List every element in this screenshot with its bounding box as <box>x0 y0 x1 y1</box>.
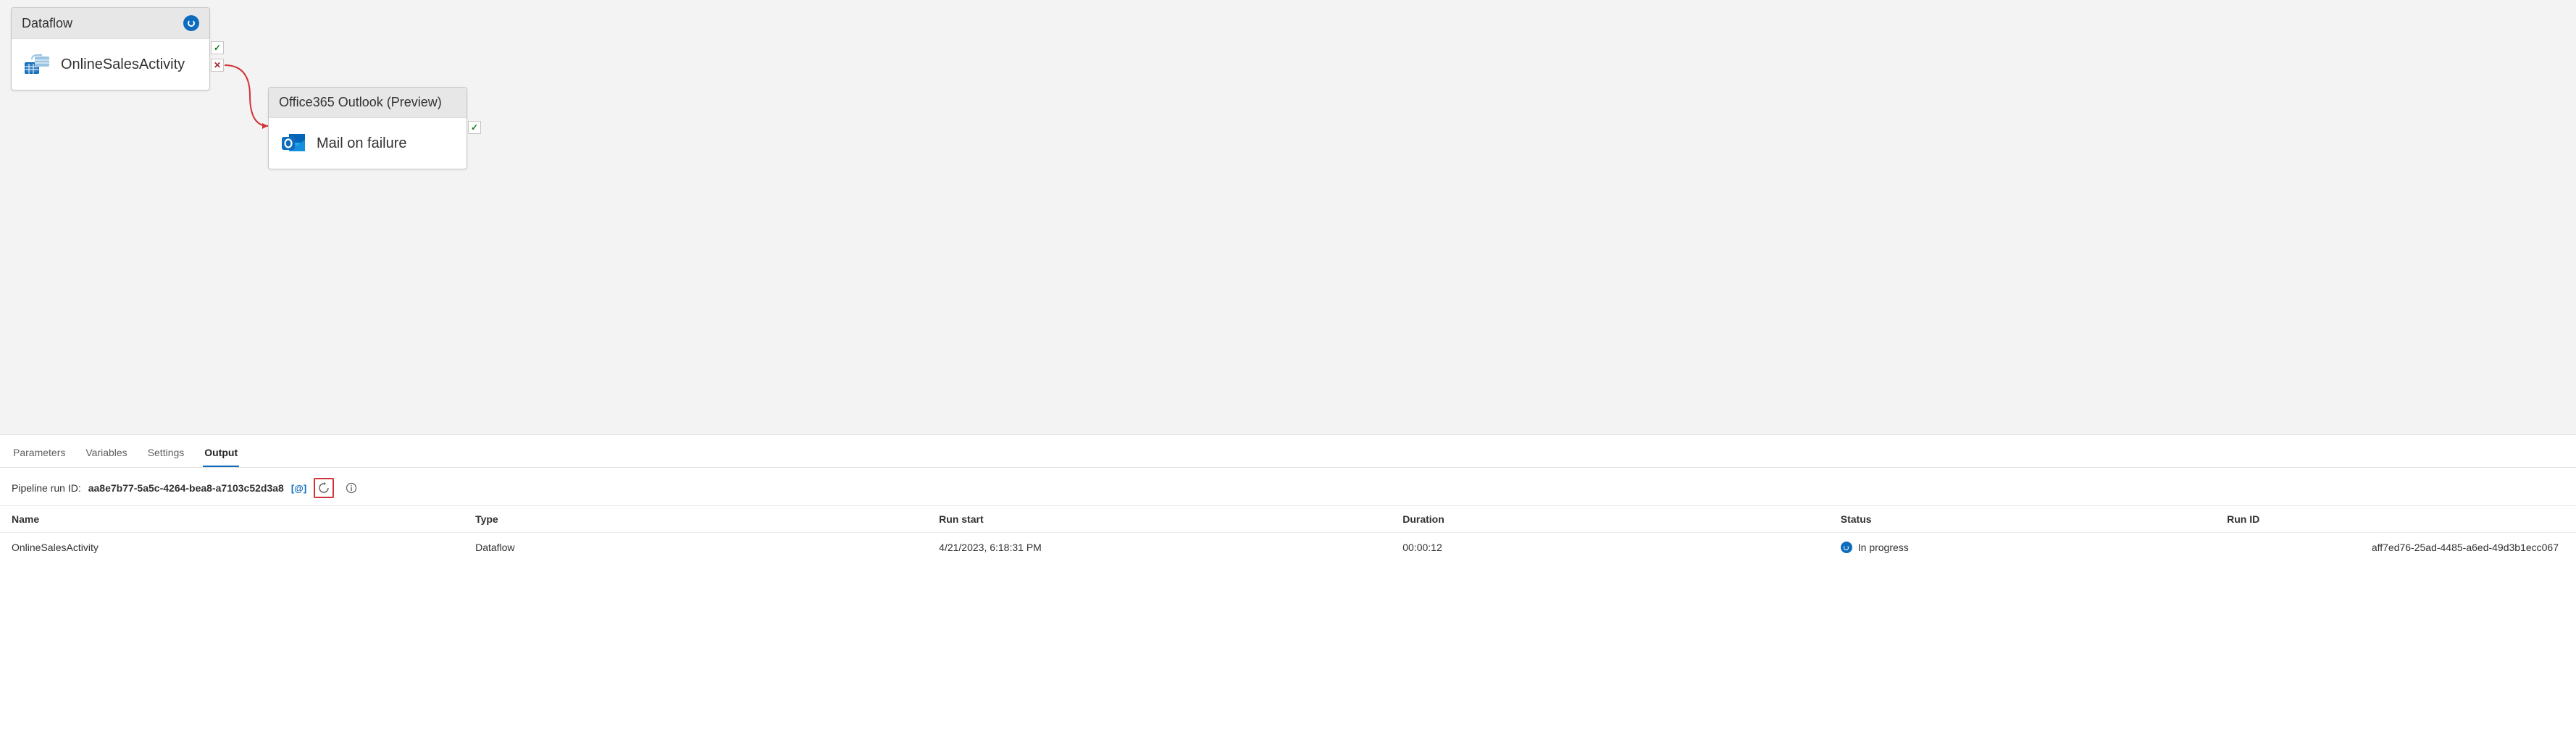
panel-tabs: Parameters Variables Settings Output <box>0 435 2576 468</box>
col-type[interactable]: Type <box>464 506 927 533</box>
success-port-icon[interactable]: ✓ <box>468 121 481 134</box>
dataflow-icon <box>25 54 51 75</box>
cell-run-id: aff7ed76-25ad-4485-a6ed-49d3b1ecc067 <box>2215 533 2576 563</box>
tab-settings[interactable]: Settings <box>146 442 186 467</box>
status-text: In progress <box>1858 542 1909 553</box>
refresh-icon <box>318 482 330 494</box>
success-port-icon[interactable]: ✓ <box>211 41 224 54</box>
cell-duration: 00:00:12 <box>1391 533 1829 563</box>
pipeline-canvas[interactable]: Dataflow OnlineSalesActivity ✓ <box>0 0 2576 434</box>
col-run-id[interactable]: Run ID <box>2215 506 2576 533</box>
activity-type-label: Office365 Outlook (Preview) <box>279 95 442 110</box>
activity-name-label: Mail on failure <box>317 135 407 152</box>
in-progress-icon <box>183 15 199 31</box>
activity-type-label: Dataflow <box>22 16 72 31</box>
activity-name-label: OnlineSalesActivity <box>61 56 185 73</box>
tab-variables[interactable]: Variables <box>84 442 128 467</box>
info-button[interactable] <box>341 478 361 498</box>
cell-status: In progress <box>1829 533 2215 563</box>
table-row[interactable]: OnlineSalesActivity Dataflow 4/21/2023, … <box>0 533 2576 563</box>
outlook-icon <box>282 132 306 154</box>
table-header-row: Name Type Run start Duration Status Run … <box>0 506 2576 533</box>
output-panel: Parameters Variables Settings Output Pip… <box>0 434 2576 562</box>
activity-node-outlook[interactable]: Office365 Outlook (Preview) Mail on fail… <box>268 87 467 169</box>
inspect-link[interactable]: [@] <box>291 483 306 494</box>
pipeline-run-row: Pipeline run ID: aa8e7b77-5a5c-4264-bea8… <box>0 468 2576 505</box>
cell-type: Dataflow <box>464 533 927 563</box>
pipeline-run-id-label: Pipeline run ID: <box>12 482 81 494</box>
activity-node-dataflow[interactable]: Dataflow OnlineSalesActivity ✓ <box>11 7 210 91</box>
activity-body: Mail on failure <box>269 118 467 169</box>
col-run-start[interactable]: Run start <box>927 506 1391 533</box>
refresh-button[interactable] <box>314 478 334 498</box>
activity-body: OnlineSalesActivity <box>12 39 209 90</box>
output-table: Name Type Run start Duration Status Run … <box>0 505 2576 562</box>
cell-name: OnlineSalesActivity <box>0 533 464 563</box>
in-progress-icon <box>1841 542 1852 553</box>
activity-header: Dataflow <box>12 8 209 39</box>
tab-parameters[interactable]: Parameters <box>12 442 67 467</box>
col-duration[interactable]: Duration <box>1391 506 1829 533</box>
failure-port-icon[interactable]: ✕ <box>211 59 224 72</box>
tab-output[interactable]: Output <box>203 442 239 467</box>
cell-run-start: 4/21/2023, 6:18:31 PM <box>927 533 1391 563</box>
activity-header: Office365 Outlook (Preview) <box>269 88 467 118</box>
col-status[interactable]: Status <box>1829 506 2215 533</box>
pipeline-run-id-value: aa8e7b77-5a5c-4264-bea8-a7103c52d3a8 <box>88 482 284 494</box>
col-name[interactable]: Name <box>0 506 464 533</box>
info-icon <box>346 482 357 494</box>
